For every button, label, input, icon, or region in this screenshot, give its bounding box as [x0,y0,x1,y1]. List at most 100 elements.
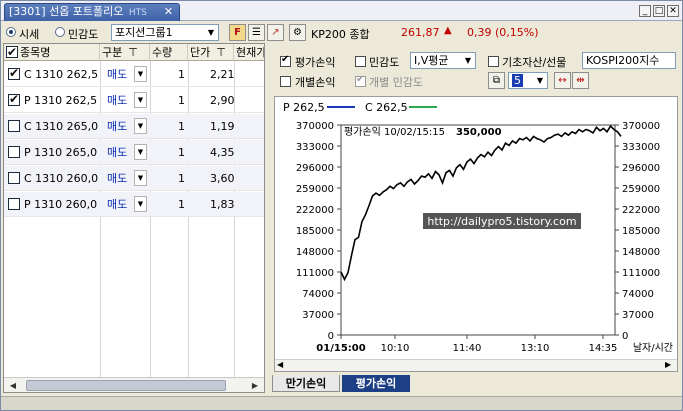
table-row[interactable]: P 1310 265,0 매도 ▼ 1 4,35 [4,140,264,165]
row-price: 1,19 [210,120,235,133]
individual-sensitivity-checkbox[interactable] [355,74,366,87]
row-checkbox[interactable] [8,92,20,106]
header-current[interactable]: 현재가 [234,44,264,61]
row-checkbox[interactable] [8,172,20,184]
underlying-value-field[interactable]: KOSPI200지수 [582,52,676,69]
table-row[interactable]: P 1310 260,0 매도 ▼ 1 1,83 [4,192,264,217]
scroll-left-icon[interactable]: ◀ [6,379,20,392]
scroll-left-icon[interactable]: ◀ [277,360,283,369]
row-checkbox[interactable] [8,66,20,80]
row-qty: 1 [178,94,185,107]
side-dropdown[interactable]: ▼ [134,118,147,134]
scroll-right-icon[interactable]: ▶ [665,360,671,369]
shrink-icon[interactable]: ⇹ [572,72,589,89]
row-checkbox[interactable] [8,198,20,210]
grid-horizontal-scrollbar[interactable]: ◀ ▶ [4,377,264,392]
row-side: 매도 [107,94,128,107]
side-dropdown[interactable]: ▼ [134,144,147,160]
iv-select[interactable]: I,V평균 ▼ [410,52,476,69]
header-side-label: 구분 [102,46,123,59]
chevron-down-icon: ▼ [533,73,547,88]
y-tick-label-left: 296000 [296,163,334,174]
filter-sort-icon: ⊤ [216,46,226,59]
table-row[interactable]: C 1310 265,0 매도 ▼ 1 1,19 [4,114,264,139]
number-select[interactable]: 5 ▼ [508,72,548,89]
y-tick-label-left: 148000 [296,247,334,258]
row-name: P 1310 262,5 [24,94,98,107]
radio-sensitivity-label: 민감도 [68,28,99,41]
row-name: P 1310 265,0 [24,146,98,159]
y-tick-label-right: 333000 [622,142,660,153]
minimize-button[interactable]: _ [639,5,651,17]
chart-title: 평가손익 10/02/15:15 [344,126,445,138]
header-side[interactable]: 구분 ⊤ [100,44,150,61]
side-dropdown[interactable]: ▼ [134,196,147,212]
side-dropdown[interactable]: ▼ [134,66,147,82]
y-tick-label-left: 370000 [296,121,334,132]
header-name[interactable]: 종목명 [4,44,100,61]
y-tick-label-left: 333000 [296,142,334,153]
underlying-checkbox[interactable] [488,56,499,67]
top-toolbar: 시세 민감도 포지션그룹1 ▼ F ☰ ↗ ⚙ KP200 종합 261,87 … [1,22,682,44]
tab-expiry-pl[interactable]: 만기손익 [272,375,340,392]
settings-icon[interactable]: ⚙ [289,24,306,41]
window-tab[interactable]: [3301] 선옵 포트폴리오 HTS ✕ [4,3,180,21]
scroll-right-icon[interactable]: ▶ [248,379,262,392]
y-tick-label-left: 259000 [296,184,334,195]
valuation-pl-checkbox[interactable] [280,54,291,67]
list-icon[interactable]: ☰ [248,24,265,41]
row-qty: 1 [178,172,185,185]
select-all-checkbox[interactable] [6,44,18,61]
radio-market[interactable] [6,27,16,37]
chevron-down-icon: ▼ [204,25,218,40]
title-bar: [3301] 선옵 포트폴리오 HTS ✕ _ □ ✕ [1,1,682,21]
tab-valuation-pl[interactable]: 평가손익 [342,375,410,392]
x-tick-label: 10:10 [381,343,410,354]
sensitivity-checkbox[interactable] [355,56,366,67]
underlying-label: 기초자산/선물 [502,56,567,69]
x-tick-label: 01/15:00 [316,343,365,354]
row-side: 매도 [107,120,128,133]
index-label: KP200 종합 [311,28,370,41]
row-qty: 1 [178,120,185,133]
row-qty: 1 [178,68,185,81]
table-row[interactable]: C 1310 260,0 매도 ▼ 1 3,60 [4,166,264,191]
header-price[interactable]: 단가 ⊤ [188,44,234,61]
tab-close-icon[interactable]: ✕ [162,5,175,18]
header-qty[interactable]: 수량 [150,44,188,61]
filter-icon[interactable]: F [229,24,246,41]
y-tick-label-left: 37000 [302,310,334,321]
y-tick-label-left: 74000 [302,289,334,300]
row-name: P 1310 260,0 [24,198,98,211]
status-bar [1,396,682,410]
chart-icon[interactable]: ↗ [267,24,284,41]
close-button[interactable]: ✕ [667,5,679,17]
side-dropdown[interactable]: ▼ [134,92,147,108]
y-tick-label-right: 37000 [622,310,654,321]
table-row[interactable]: C 1310 262,5 매도 ▼ 1 2,21 [4,62,264,87]
maximize-button[interactable]: □ [653,5,665,17]
row-side: 매도 [107,198,128,211]
radio-market-label: 시세 [19,28,40,41]
row-checkbox[interactable] [8,120,20,132]
index-change: 0,39 (0,15%) [467,26,539,39]
tab-valuation-pl-label: 평가손익 [355,377,397,390]
underlying-value: KOSPI200지수 [586,54,660,67]
chevron-down-icon: ▼ [461,53,475,68]
table-row[interactable]: P 1310 262,5 매도 ▼ 1 2,90 [4,88,264,113]
sensitivity-label: 민감도 [369,56,400,69]
portfolio-group-select[interactable]: 포지션그룹1 ▼ [111,24,219,41]
y-tick-label-right: 0 [622,331,628,342]
copy-icon[interactable]: ⧉ [488,72,505,89]
row-checkbox[interactable] [8,146,20,158]
scrollbar-thumb[interactable] [26,380,226,391]
valuation-pl-label: 평가손익 [295,56,336,69]
iv-select-value: I,V평균 [414,54,449,67]
window-tab-title: [3301] 선옵 포트폴리오 [9,5,124,18]
expand-icon[interactable]: ↔ [554,72,571,89]
radio-sensitivity[interactable] [55,27,65,37]
row-name: C 1310 262,5 [24,68,99,81]
individual-pl-checkbox[interactable] [280,76,291,87]
side-dropdown[interactable]: ▼ [134,170,147,186]
chart-horizontal-scrollbar[interactable]: ◀ ▶ [275,359,677,371]
